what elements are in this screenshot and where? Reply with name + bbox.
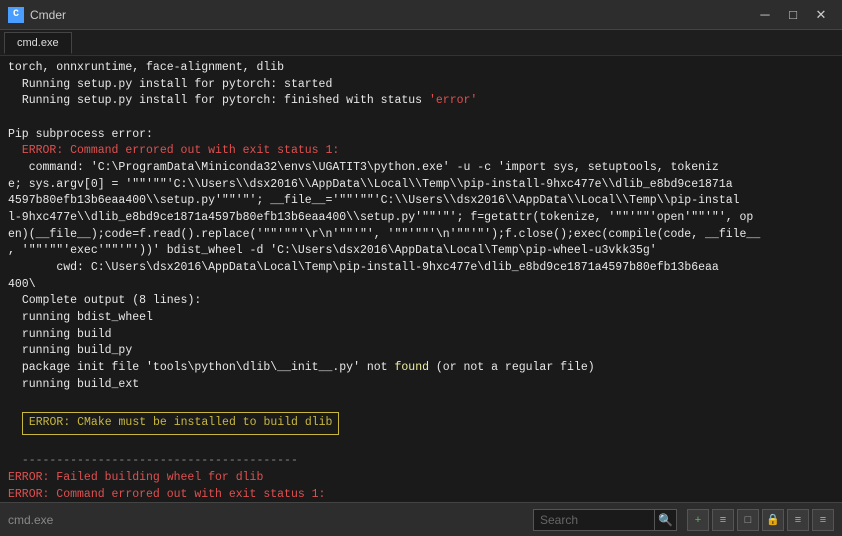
status-bar: cmd.exe 🔍 + ≡ □ 🔒 ≡ ≡ xyxy=(0,502,842,536)
search-box: 🔍 xyxy=(533,509,677,531)
title-bar: C Cmder ─ □ ✕ xyxy=(0,0,842,30)
tab-cmdexe[interactable]: cmd.exe xyxy=(4,32,72,54)
close-button[interactable]: ✕ xyxy=(808,4,834,26)
app-icon: C xyxy=(8,7,24,23)
minimize-button[interactable]: ─ xyxy=(752,4,778,26)
maximize-terminal-button[interactable]: □ xyxy=(737,509,759,531)
terminal-output: torch, onnxruntime, face-alignment, dlib… xyxy=(8,60,834,502)
tab-bar: cmd.exe xyxy=(0,30,842,56)
maximize-button[interactable]: □ xyxy=(780,4,806,26)
search-button[interactable]: 🔍 xyxy=(654,509,676,531)
title-bar-title: Cmder xyxy=(30,8,752,22)
settings-button[interactable]: ≡ xyxy=(712,509,734,531)
status-label: cmd.exe xyxy=(8,513,53,527)
status-icons: + ≡ □ 🔒 ≡ ≡ xyxy=(687,509,834,531)
add-tab-button[interactable]: + xyxy=(687,509,709,531)
menu-button-2[interactable]: ≡ xyxy=(812,509,834,531)
lock-button[interactable]: 🔒 xyxy=(762,509,784,531)
search-input[interactable] xyxy=(534,513,654,527)
terminal[interactable]: torch, onnxruntime, face-alignment, dlib… xyxy=(0,56,842,502)
title-bar-controls: ─ □ ✕ xyxy=(752,4,834,26)
menu-button-1[interactable]: ≡ xyxy=(787,509,809,531)
